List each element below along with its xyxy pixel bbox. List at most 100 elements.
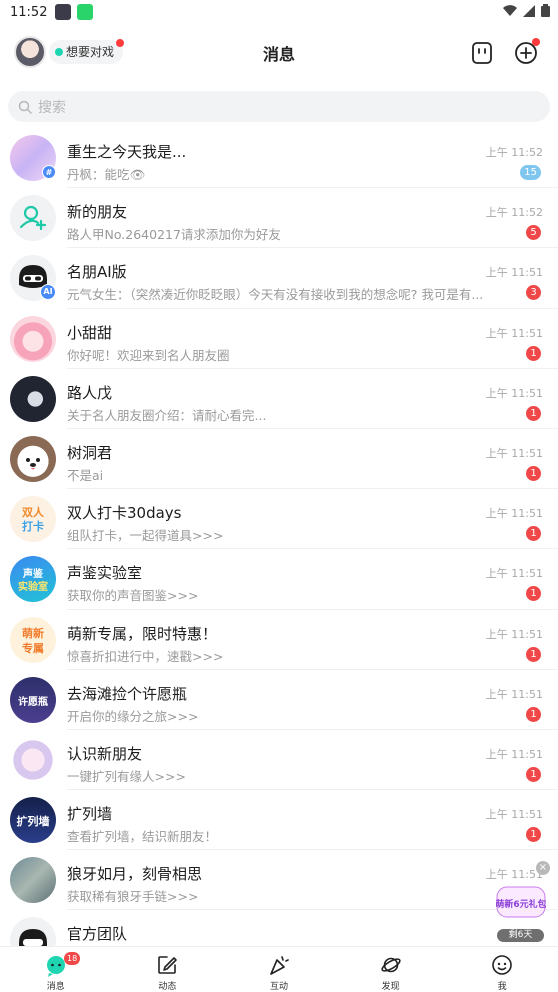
conversation-time: 上午 11:51	[485, 687, 543, 701]
conversation-time: 上午 11:51	[485, 627, 543, 641]
add-notification-dot	[532, 38, 540, 46]
conversation-row[interactable]: 扩列墙 扩列墙 查看扩列墙，结识新朋友！ 上午 11:51 1	[0, 790, 558, 851]
conversation-time: 上午 11:52	[485, 206, 543, 220]
tab-discover[interactable]: 发现	[335, 947, 447, 992]
tab-me[interactable]: 我	[446, 947, 558, 992]
search-icon	[18, 100, 32, 114]
conversation-name: 官方团队	[67, 925, 128, 944]
promo-gift-badge[interactable]: 萌新6元礼包	[496, 886, 546, 918]
conversation-row[interactable]: AI 名朋AI版 元气女生：（突然凑近你眨眨眼）今天有没有接收到我的想念呢? 我…	[0, 248, 558, 309]
conversation-preview: 一键扩列有缘人>>>	[67, 768, 186, 784]
messages-badge: 18	[64, 952, 81, 965]
conversation-preview: 不是ai	[67, 467, 104, 483]
bracelet-avatar	[10, 857, 56, 904]
conversation-name: 声鉴实验室	[67, 564, 143, 583]
conversation-name: 路人戊	[67, 383, 113, 402]
unread-badge: 3	[526, 285, 541, 301]
conversation-time: 上午 11:51	[485, 446, 543, 460]
conversation-name: 扩列墙	[67, 805, 113, 824]
anime-girl-avatar	[10, 315, 56, 362]
signal-icon	[523, 4, 535, 17]
conversation-time: 上午 11:51	[485, 507, 543, 521]
newbie-art-text-1: 萌新	[22, 626, 44, 640]
promo-close-button[interactable]: ×	[536, 861, 550, 875]
new-friend-avatar	[10, 195, 56, 242]
checkin-art-text-1: 双人	[22, 505, 45, 519]
wish-bottle-avatar: 许愿瓶	[10, 676, 56, 723]
tab-label: 发现	[381, 982, 400, 992]
conversation-row[interactable]: 声鉴 实验室 声鉴实验室 获取你的声音图鉴>>> 上午 11:51 1	[0, 549, 558, 610]
conversation-preview: 开启你的缘分之旅>>>	[67, 708, 199, 724]
contacts-icon[interactable]	[471, 41, 493, 65]
wifi-icon	[503, 4, 517, 16]
conversation-name: 树洞君	[67, 443, 113, 462]
conversation-name: 萌新专属，限时特惠！	[67, 624, 218, 643]
voice-art-text-1: 声鉴	[22, 567, 44, 580]
promo-label: 萌新6元礼包	[496, 898, 546, 910]
unread-badge: 1	[526, 465, 541, 481]
conversation-row[interactable]: 树洞君 不是ai 上午 11:51 1	[0, 429, 558, 490]
conversation-name: 重生之今天我是...	[67, 143, 187, 161]
conversation-preview: 获取稀有狼牙手链>>>	[67, 889, 199, 905]
unread-badge: 5	[526, 225, 541, 241]
planet-icon	[380, 957, 401, 973]
chibi-avatar	[10, 736, 56, 783]
bottom-tab-bar: 18 消息 动态 互动 发现 我	[0, 946, 558, 992]
tab-messages[interactable]: 18 消息	[0, 947, 112, 992]
conversation-preview: 获取你的声音图鉴>>>	[67, 588, 199, 604]
checkin-art: 双人 打卡	[22, 505, 45, 533]
conversation-name: 狼牙如月，刻骨相思	[67, 865, 203, 884]
newbie-offer-art: 萌新 专属	[22, 626, 44, 655]
tab-label: 互动	[269, 982, 288, 992]
unread-badge: 1	[526, 827, 541, 843]
unread-badge: 1	[526, 345, 541, 361]
unread-badge: 1	[526, 586, 541, 602]
conversation-row[interactable]: 萌新 专属 萌新专属，限时特惠！ 惊喜折扣进行中，速戳>>> 上午 11:51 …	[0, 610, 558, 670]
tab-interact[interactable]: 互动	[223, 947, 335, 992]
checkin-avatar: 双人 打卡	[10, 496, 56, 543]
conversation-row[interactable]: 许愿瓶 去海滩捡个许愿瓶 开启你的缘分之旅>>> 上午 11:51 1	[0, 670, 558, 730]
status-time: 11:52	[10, 4, 48, 20]
tab-label: 我	[497, 982, 507, 992]
conversation-row[interactable]: 小甜甜 你好呢！欢迎来到名人朋友圈 上午 11:51 1	[0, 309, 558, 369]
search-input[interactable]: 搜索	[8, 91, 550, 122]
conversation-preview: 惊喜折扣进行中，速戳>>>	[67, 648, 224, 664]
unread-badge: 1	[526, 706, 541, 722]
wall-art-text: 扩列墙	[17, 814, 50, 828]
friend-wall-avatar: 扩列墙	[10, 797, 56, 844]
conversation-row[interactable]: 狼牙如月，刻骨相思 获取稀有狼牙手链>>> 上午 11:51 1	[0, 850, 558, 911]
conversation-preview: 元气女生：（突然凑近你眨眨眼）今天有没有接收到我的想念呢? 我可是有...	[67, 287, 484, 303]
friend-wall-art: 扩列墙	[17, 814, 50, 828]
conversation-time: 上午 11:51	[485, 808, 543, 822]
promo-countdown: 剩6天	[497, 929, 544, 942]
edit-icon	[158, 956, 178, 974]
conversation-time: 上午 11:51	[485, 747, 543, 761]
group-tag-icon: #	[42, 165, 56, 179]
tab-feed[interactable]: 动态	[112, 947, 224, 992]
unread-badge: 1	[526, 766, 541, 782]
wish-bottle-art: 许愿瓶	[18, 695, 48, 708]
conversation-row[interactable]: 双人 打卡 双人打卡30days 组队打卡，一起得道具>>> 上午 11:51 …	[0, 489, 558, 550]
conversation-row[interactable]: 认识新朋友 一键扩列有缘人>>> 上午 11:51 1	[0, 730, 558, 791]
voice-lab-art: 声鉴 实验室	[18, 567, 48, 593]
conversation-row[interactable]: # 重生之今天我是... 丹枫：能吃👁 上午 11:52 15	[0, 128, 558, 189]
status-indicators	[503, 4, 550, 17]
conversation-list: # 重生之今天我是... 丹枫：能吃👁 上午 11:52 15 新的朋友 路人甲…	[0, 128, 558, 971]
voice-lab-avatar: 声鉴 实验室	[10, 556, 56, 603]
conversation-preview: 你好呢！欢迎来到名人朋友圈	[67, 347, 230, 363]
conversation-preview: 关于名人朋友圈介绍：请耐心看完...	[67, 407, 267, 423]
conversation-time: 上午 11:51	[485, 567, 543, 581]
conversation-row[interactable]: 路人戊 关于名人朋友圈介绍：请耐心看完... 上午 11:51 1	[0, 369, 558, 429]
add-friend-icon	[19, 206, 47, 231]
newbie-art-text-2: 专属	[22, 641, 44, 655]
notification-app-icon-2	[77, 4, 94, 20]
dog-face-icon	[26, 457, 40, 470]
tab-label: 动态	[158, 982, 177, 992]
bottle-art-text: 许愿瓶	[18, 695, 48, 708]
battery-icon	[541, 4, 550, 17]
conversation-row[interactable]: 新的朋友 路人甲No.2640217请求添加你为好友 上午 11:52 5	[0, 188, 558, 249]
unread-badge: 1	[526, 646, 541, 662]
conversation-name: 新的朋友	[67, 203, 128, 222]
conversation-name: 去海滩捡个许愿瓶	[67, 684, 188, 703]
conversation-name: 名朋AI版	[67, 263, 127, 282]
